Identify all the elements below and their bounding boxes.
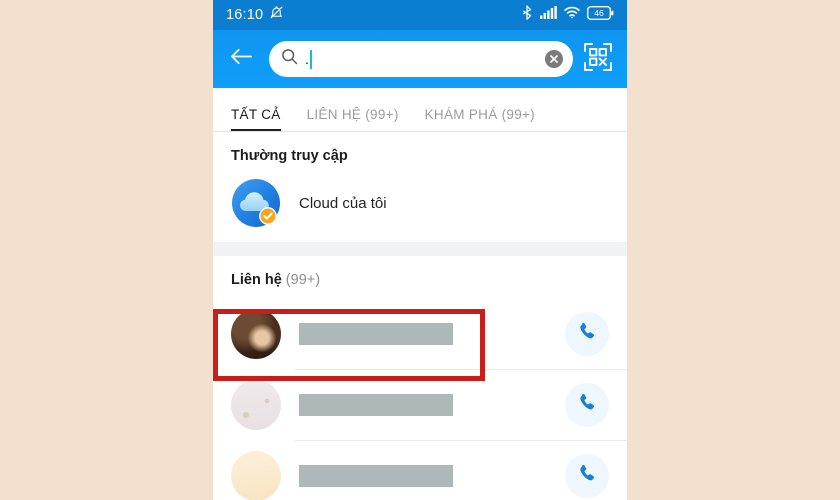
battery-icon: 46 bbox=[586, 5, 614, 25]
cellular-signal-icon bbox=[540, 6, 557, 24]
qr-scan-button[interactable] bbox=[581, 42, 615, 76]
phone-icon bbox=[577, 392, 597, 417]
frequent-section-title: Thường truy cập bbox=[213, 132, 627, 174]
cloud-icon bbox=[231, 178, 281, 228]
battery-level-text: 46 bbox=[594, 7, 604, 18]
search-bar[interactable]: . bbox=[269, 41, 573, 77]
back-button[interactable] bbox=[221, 39, 261, 79]
status-bar: 16:10 46 bbox=[213, 0, 627, 30]
tab-tat-ca[interactable]: TẤT CẢ bbox=[231, 107, 281, 131]
search-icon bbox=[281, 48, 298, 70]
status-bar-clock: 16:10 bbox=[226, 7, 264, 23]
table-row[interactable] bbox=[213, 440, 627, 500]
call-button[interactable] bbox=[565, 382, 609, 427]
call-button[interactable] bbox=[565, 453, 609, 498]
cloud-item-label: Cloud của tôi bbox=[299, 194, 387, 212]
search-input[interactable]: . bbox=[305, 41, 538, 77]
text-caret bbox=[309, 49, 312, 69]
table-row[interactable] bbox=[213, 298, 627, 369]
clear-button[interactable] bbox=[545, 50, 563, 68]
tab-lien-he[interactable]: LIÊN HỆ (99+) bbox=[307, 107, 399, 131]
wifi-icon bbox=[564, 6, 580, 24]
contacts-section-title: Liên hệ (99+) bbox=[213, 256, 627, 298]
tab-bar: TẤT CẢ LIÊN HỆ (99+) KHÁM PHÁ (99+) bbox=[213, 88, 627, 132]
contact-name-redacted bbox=[299, 464, 453, 487]
back-arrow-icon bbox=[230, 47, 253, 71]
contacts-section-label: Liên hệ bbox=[231, 272, 282, 288]
qr-scan-icon bbox=[583, 42, 613, 77]
avatar bbox=[231, 450, 281, 500]
tab-kham-pha[interactable]: KHÁM PHÁ (99+) bbox=[425, 107, 535, 131]
phone-icon bbox=[577, 463, 597, 488]
call-button[interactable] bbox=[565, 311, 609, 356]
section-divider bbox=[213, 242, 627, 256]
bell-muted-icon bbox=[269, 5, 284, 25]
search-input-value: . bbox=[305, 51, 309, 67]
bluetooth-icon bbox=[521, 5, 533, 25]
cloud-item-row[interactable]: Cloud của tôi bbox=[213, 174, 627, 242]
table-row[interactable] bbox=[213, 369, 627, 440]
contacts-section-count: (99+) bbox=[285, 272, 321, 288]
contact-name-redacted bbox=[299, 393, 453, 416]
phone-icon bbox=[577, 321, 597, 346]
contact-name-redacted bbox=[299, 322, 453, 345]
search-header: . bbox=[213, 30, 627, 88]
phone-screen: 16:10 46 . TẤT CẢ LIÊN HỆ (99+) KHÁM PHÁ… bbox=[213, 0, 627, 500]
avatar bbox=[231, 308, 281, 359]
avatar bbox=[231, 379, 281, 430]
